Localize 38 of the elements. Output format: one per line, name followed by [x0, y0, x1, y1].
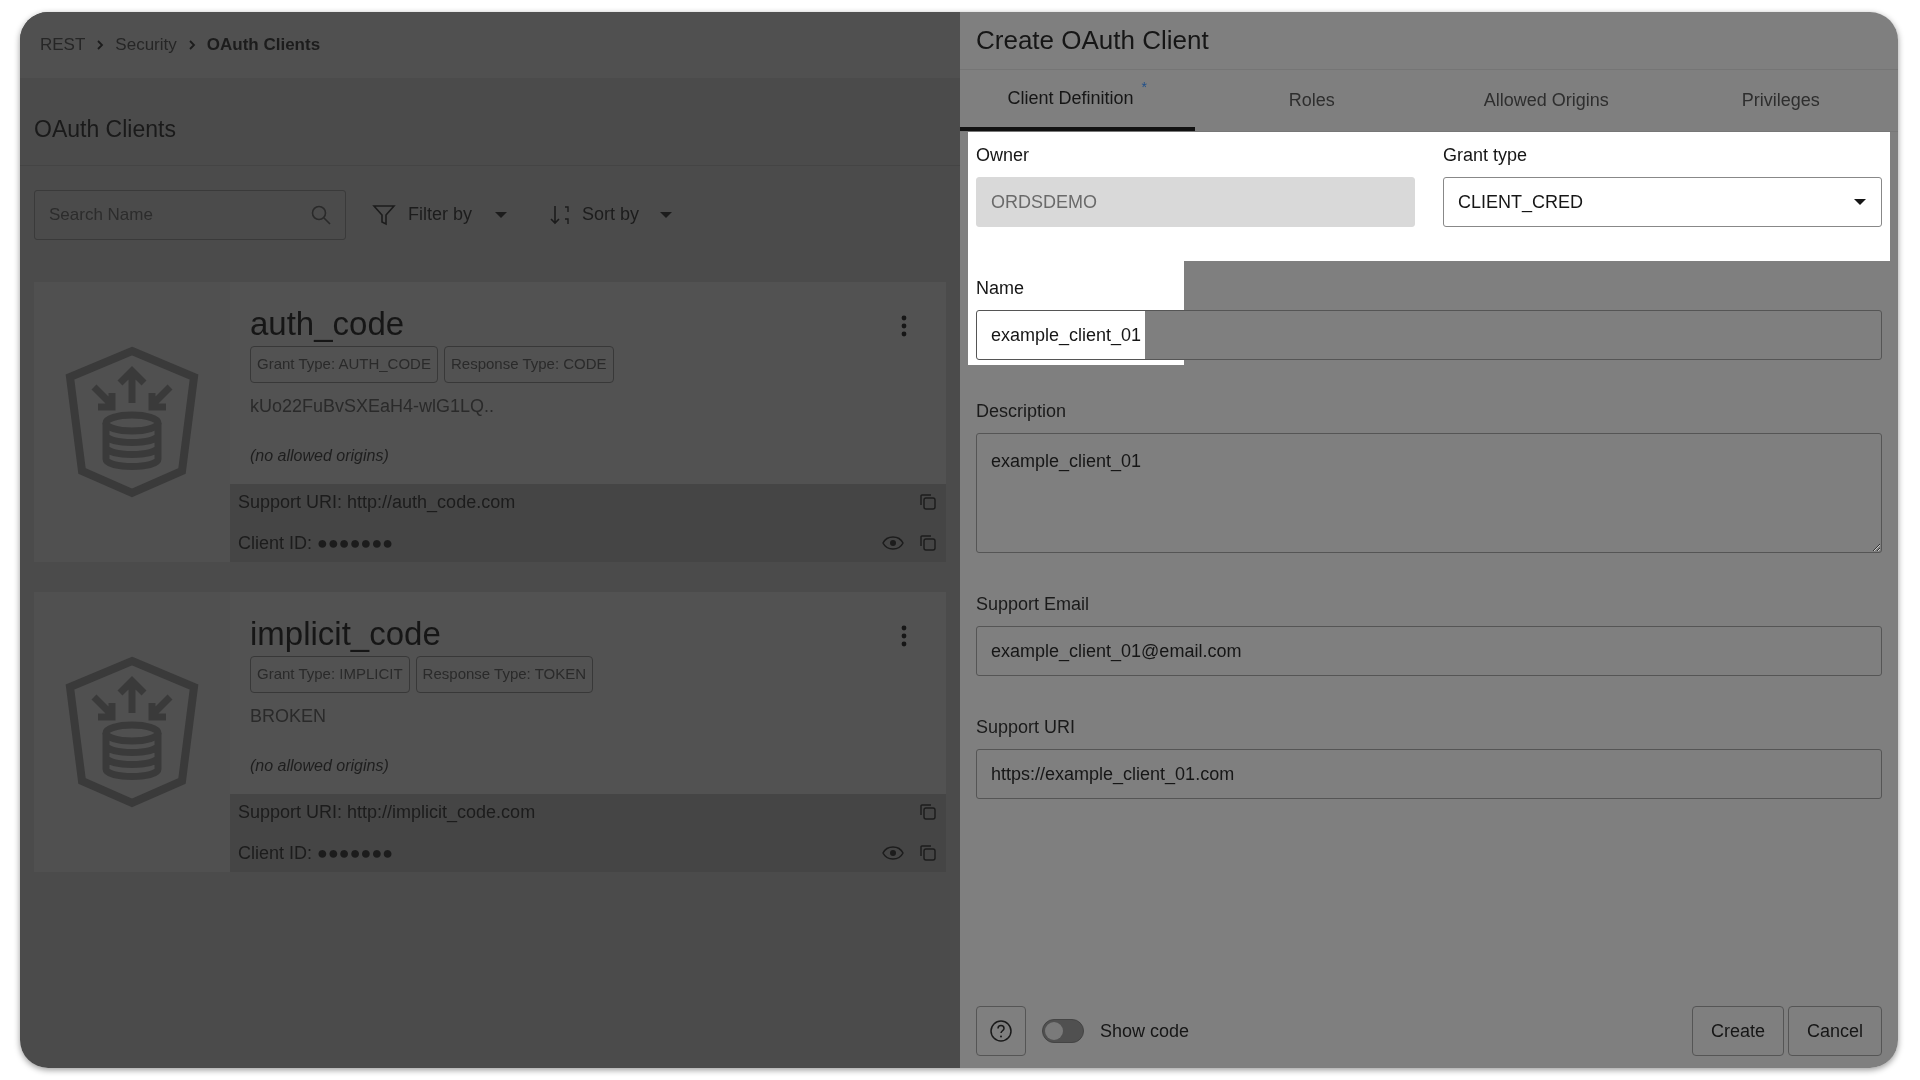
client-name: implicit_code — [250, 613, 441, 654]
copy-icon[interactable] — [918, 802, 938, 822]
copy-icon[interactable] — [918, 533, 938, 553]
tab[interactable]: Privileges — [1663, 70, 1898, 131]
dialog-button[interactable]: Create — [1691, 1006, 1784, 1056]
filter-icon — [372, 202, 396, 227]
input-field[interactable]: example_client_01@email.com — [976, 626, 1882, 676]
copy-icon[interactable] — [918, 843, 938, 863]
chevron-right-icon — [186, 39, 197, 51]
input-field[interactable]: https://example_client_01.com — [976, 749, 1882, 799]
client-name: auth_code — [250, 303, 405, 344]
toggle-label: Show code — [1100, 1019, 1190, 1043]
search-icon — [310, 203, 332, 226]
input-field[interactable]: example_client_01 — [976, 310, 1882, 360]
field-label: Support URI — [976, 716, 1077, 739]
tab[interactable]: Allowed Origins — [1429, 70, 1664, 131]
copy-icon[interactable] — [918, 492, 938, 512]
caret-down-icon — [494, 210, 508, 219]
caret-down-icon — [1853, 198, 1867, 206]
field-label: Name — [976, 277, 1025, 300]
help-button[interactable] — [976, 1006, 1026, 1056]
kebab-menu-icon[interactable] — [900, 313, 908, 338]
field-label: Description — [976, 400, 1068, 423]
field-label: Support Email — [976, 593, 1091, 616]
dialog-title: Create OAuth Client — [976, 24, 1209, 57]
chevron-right-icon — [95, 39, 106, 51]
eye-icon[interactable] — [882, 536, 904, 550]
kebab-menu-icon[interactable] — [900, 623, 908, 648]
field-label: Grant type — [1443, 144, 1529, 167]
text-area[interactable]: example_client_01 — [976, 433, 1882, 553]
caret-down-icon — [659, 210, 674, 219]
help-icon — [989, 1019, 1013, 1043]
tab[interactable]: Roles — [1194, 70, 1429, 131]
dropdown[interactable]: CLIENT_CRED — [1443, 177, 1882, 227]
field-label: Owner — [976, 144, 1030, 167]
toggle-switch[interactable] — [1042, 1019, 1084, 1043]
dialog-button[interactable]: Cancel — [1787, 1006, 1882, 1056]
eye-icon[interactable] — [882, 846, 904, 860]
